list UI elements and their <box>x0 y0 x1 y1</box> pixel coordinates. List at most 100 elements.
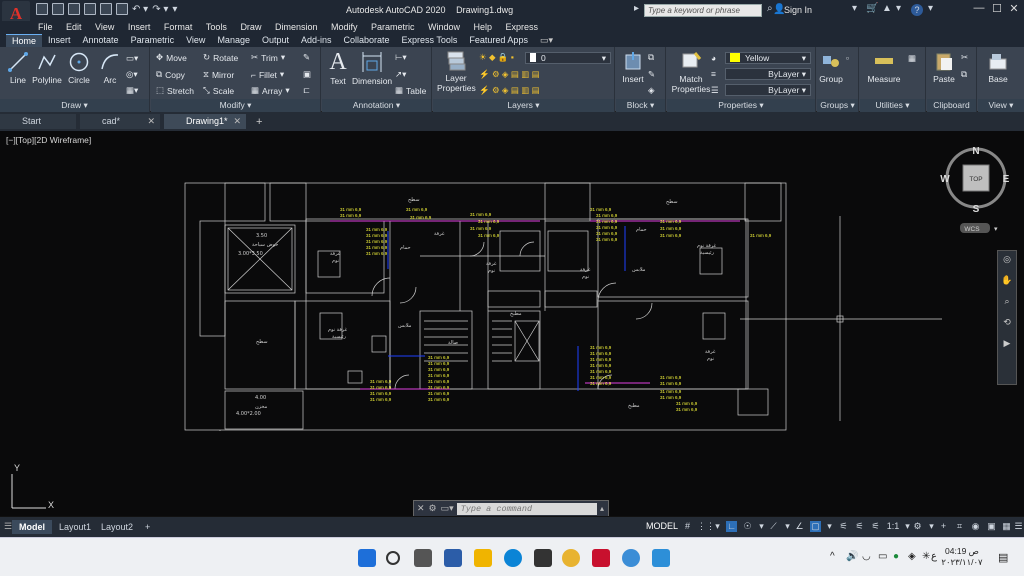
drawing-canvas[interactable]: [−][Top][2D Wireframe] 31 mm 6,9 31 mm 6… <box>0 131 1024 517</box>
photos-icon[interactable] <box>652 549 670 567</box>
menu-help[interactable]: Help <box>474 21 493 34</box>
tab-output[interactable]: Output <box>256 34 295 47</box>
command-history-icon[interactable]: ▴ <box>600 504 604 513</box>
move-button[interactable]: ✥ Move <box>156 52 187 63</box>
snap-dropdown-icon[interactable]: ▾ <box>712 521 723 532</box>
close-button[interactable]: ✕ <box>1005 2 1023 18</box>
orbit-icon[interactable]: ⟲ <box>998 317 1016 328</box>
mirror-button[interactable]: ⧖ Mirror <box>203 69 234 80</box>
menu-edit[interactable]: Edit <box>66 21 82 34</box>
chrome-icon[interactable] <box>562 549 580 567</box>
zoom-extents-icon[interactable]: ⌕ <box>998 296 1016 307</box>
plot-icon[interactable] <box>116 3 128 15</box>
polar-dropdown-icon[interactable]: ▾ <box>756 521 767 532</box>
globe-app-icon[interactable] <box>622 549 640 567</box>
tray-arrow-icon[interactable]: ^ <box>830 551 835 562</box>
web-mobile-icon[interactable] <box>100 3 112 15</box>
copy-button[interactable]: ⧉ Copy <box>156 69 185 80</box>
lineweight-dropdown[interactable]: ByLayer ▾ <box>725 84 811 96</box>
workspace-icon[interactable]: ⚙ <box>912 521 923 532</box>
tab-express-tools[interactable]: Express Tools <box>396 34 464 47</box>
array-button[interactable]: ▦ Array ▾ <box>251 85 290 96</box>
menu-dimension[interactable]: Dimension <box>275 21 318 34</box>
language-indicator[interactable]: ع <box>931 551 937 562</box>
menu-format[interactable]: Format <box>164 21 193 34</box>
base-view-tool[interactable]: Base <box>984 50 1012 84</box>
dimension-tool[interactable]: Dimension <box>352 50 392 86</box>
layer-tools-row1[interactable]: ⚡ ⚙ ◈ ▤ ▥ ▤ <box>479 69 540 80</box>
customize-qat-icon[interactable]: ▾ <box>172 4 177 15</box>
copy-clip-icon[interactable]: ⧉ <box>961 69 967 80</box>
layer-properties-tool[interactable]: Layer Properties <box>437 49 476 93</box>
tab-home[interactable]: Home <box>6 34 43 47</box>
measure-tool[interactable]: Measure <box>866 50 902 84</box>
search-input[interactable]: Type a keyword or phrase <box>644 4 762 17</box>
cut-icon[interactable]: ✂ <box>961 52 968 63</box>
panel-title-groups[interactable]: Groups ▾ <box>817 99 858 112</box>
paste-tool[interactable]: Paste <box>931 50 957 84</box>
ungroup-icon[interactable]: ▫ <box>846 53 849 63</box>
otrack-icon[interactable]: ∠ <box>794 521 805 532</box>
close-command-line-icon[interactable]: ✕ <box>417 503 425 514</box>
menu-view[interactable]: View <box>95 21 114 34</box>
panel-title-properties[interactable]: Properties ▾ <box>667 99 815 112</box>
open-file-icon[interactable] <box>52 3 64 15</box>
polyline-tool[interactable]: Polyline <box>32 51 62 85</box>
showmotion-icon[interactable]: ▶ <box>998 338 1016 349</box>
close-tab-icon[interactable]: ✕ <box>233 114 241 129</box>
sign-in-button[interactable]: Sign In <box>784 5 812 15</box>
create-block-icon[interactable]: ⧉ <box>648 52 654 63</box>
tab-layout1[interactable]: Layout1 <box>52 520 98 534</box>
new-file-icon[interactable] <box>36 3 48 15</box>
menu-parametric[interactable]: Parametric <box>371 21 415 34</box>
text-tool[interactable]: A Text <box>326 50 350 86</box>
help-dropdown-icon[interactable]: ▾ <box>928 3 933 14</box>
osnap-icon[interactable]: ▢ <box>810 521 821 532</box>
pan-icon[interactable]: ✋ <box>998 275 1016 286</box>
line-tool[interactable]: Line <box>6 51 30 85</box>
explode-icon[interactable]: ▣ <box>303 69 311 80</box>
clock[interactable]: 04:19 ص ٢٠٢٣/١١/٠٧ <box>938 546 986 568</box>
workspace-dropdown-icon[interactable]: ▾ <box>926 521 937 532</box>
annotation-monitor-icon[interactable]: + <box>938 521 949 532</box>
ribbon-options-icon[interactable]: ▭▾ <box>540 34 553 47</box>
menu-file[interactable]: File <box>38 21 53 34</box>
new-layout-button[interactable]: + <box>138 520 157 534</box>
offset-icon[interactable]: ⊏ <box>303 85 310 96</box>
search-icon[interactable]: ⌕ <box>767 3 773 14</box>
save-icon[interactable] <box>68 3 80 15</box>
close-tab-icon[interactable]: ✕ <box>147 114 155 129</box>
viewcube[interactable]: N S E W TOP WCS ▾ <box>936 141 1016 251</box>
fillet-button[interactable]: ⌐ Fillet ▾ <box>251 69 284 80</box>
osnap-dropdown-icon[interactable]: ▾ <box>824 521 835 532</box>
match-properties-tool[interactable]: Match Properties <box>671 50 711 94</box>
customize-status-icon[interactable]: ☰ <box>1013 521 1024 532</box>
polar-icon[interactable]: ☉ <box>742 521 753 532</box>
help-icon[interactable]: ? <box>911 4 923 16</box>
mleader-icon[interactable]: ↗▾ <box>395 69 406 80</box>
scale-button[interactable]: ⤡ Scale <box>203 85 234 96</box>
new-tab-button[interactable]: + <box>256 116 262 128</box>
hatch-icon[interactable]: ◎▾ <box>126 69 138 80</box>
recent-commands-icon[interactable]: ▭▾ <box>441 503 454 514</box>
stretch-button[interactable]: ⬚ Stretch <box>156 85 194 96</box>
task-view-icon[interactable] <box>414 549 432 567</box>
tab-insert[interactable]: Insert <box>42 34 77 47</box>
menu-draw[interactable]: Draw <box>240 21 261 34</box>
menu-tools[interactable]: Tools <box>206 21 227 34</box>
tab-parametric[interactable]: Parametric <box>125 34 181 47</box>
tray-app2-icon[interactable]: ✳ <box>922 551 930 562</box>
tab-model[interactable]: Model <box>12 520 52 534</box>
isodraft-icon[interactable]: ⟋ <box>768 521 779 532</box>
rotate-button[interactable]: ↻ Rotate <box>203 52 238 63</box>
grid-icon[interactable]: # <box>682 521 693 532</box>
menu-window[interactable]: Window <box>428 21 460 34</box>
ortho-icon[interactable]: ∟ <box>726 521 737 532</box>
file-tab-cad[interactable]: cad* ✕ <box>80 114 160 129</box>
clean-screen-icon[interactable]: ▦ <box>1001 521 1012 532</box>
table-button[interactable]: ▦ Table <box>395 85 426 96</box>
panel-title-modify[interactable]: Modify ▾ <box>151 99 320 112</box>
notifications-icon[interactable]: ▤ <box>998 551 1008 564</box>
tab-add-ins[interactable]: Add-ins <box>295 34 338 47</box>
security-icon[interactable]: ● <box>893 551 899 562</box>
